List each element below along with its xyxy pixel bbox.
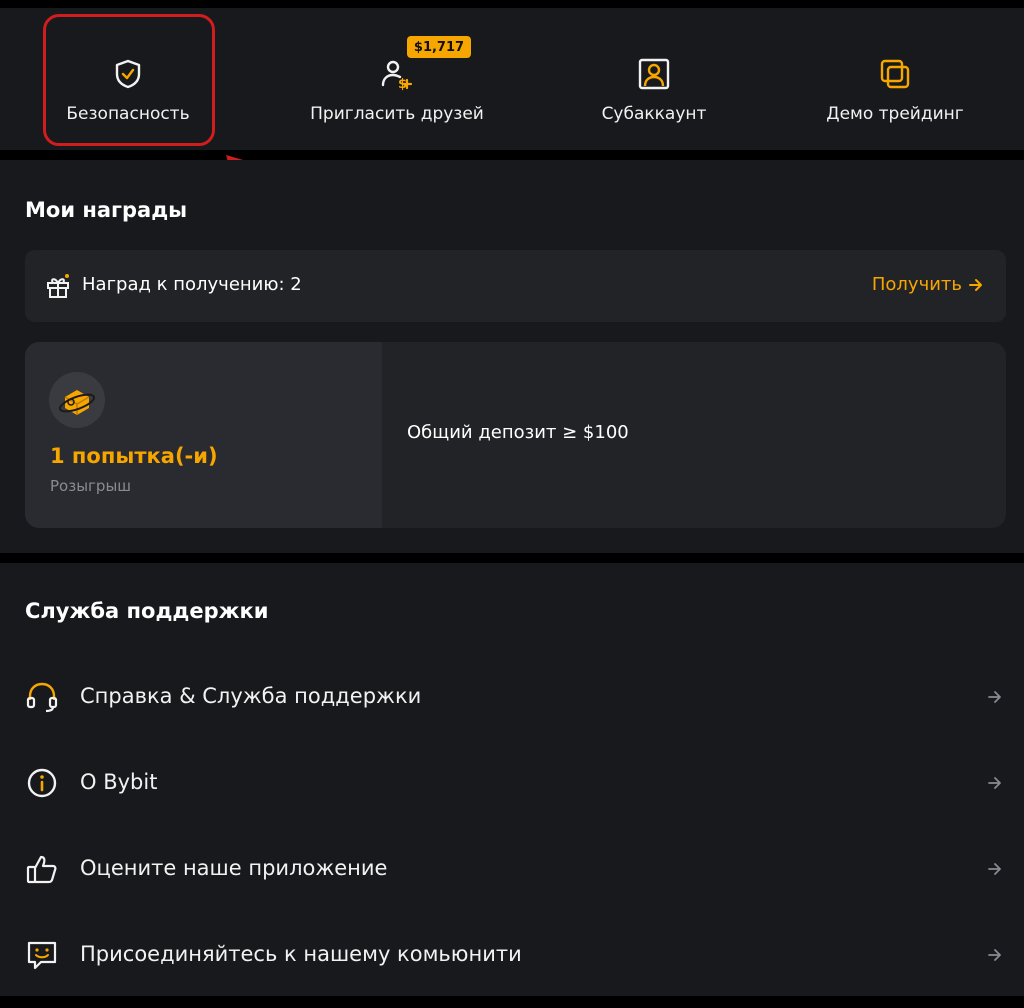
- lottery-condition: Общий депозит ≥ $100: [407, 422, 629, 443]
- invite-friends-icon: $: [381, 60, 413, 92]
- lottery-attempts-count: 1 попытка(-и): [50, 444, 218, 468]
- quick-action-label: Пригласить друзей: [310, 104, 484, 124]
- support-panel: Служба поддержки Справка & Служба поддер…: [0, 563, 1024, 996]
- thumbs-up-icon: [26, 855, 57, 884]
- claimable-rewards-text: Наград к получению: 2: [82, 274, 302, 295]
- lottery-summary: 1 попытка(-и) Розыгрыш: [25, 342, 382, 528]
- demo-trading-icon: [880, 59, 910, 89]
- support-item-label: Оцените наше приложение: [80, 856, 388, 880]
- support-item-label: Справка & Служба поддержки: [80, 684, 422, 708]
- lottery-label: Розыгрыш: [50, 477, 132, 495]
- headset-icon: [26, 682, 58, 713]
- support-item-label: О Bybit: [80, 770, 158, 794]
- claim-button[interactable]: Получить: [872, 274, 984, 295]
- chat-smile-icon: [27, 941, 57, 970]
- support-item-label: Присоединяйтесь к нашему комьюнити: [80, 942, 522, 966]
- arrow-right-icon: [988, 949, 1001, 961]
- support-item-community[interactable]: Присоединяйтесь к нашему комьюнити: [0, 925, 1024, 985]
- invite-reward-badge: $1,717: [407, 36, 471, 58]
- support-item-rate-app[interactable]: Оцените наше приложение: [0, 839, 1024, 899]
- support-item-about[interactable]: О Bybit: [0, 753, 1024, 813]
- info-icon: [27, 768, 57, 798]
- arrow-right-icon: [988, 691, 1001, 703]
- arrow-right-icon: [988, 777, 1001, 789]
- rewards-title: Мои награды: [25, 198, 188, 222]
- support-title: Служба поддержки: [25, 599, 269, 623]
- highlight-box: [43, 14, 215, 146]
- support-item-help-center[interactable]: Справка & Служба поддержки: [0, 667, 1024, 727]
- claim-button-label: Получить: [871, 274, 962, 295]
- arrow-right-icon: [988, 863, 1001, 875]
- claim-rewards-row[interactable]: Наград к получению: 2 Получить: [25, 250, 1006, 322]
- quick-action-label: Субаккаунт: [601, 104, 707, 124]
- gift-icon: [47, 274, 69, 298]
- lottery-card[interactable]: 1 попытка(-и) Розыгрыш Общий депозит ≥ $…: [25, 342, 1006, 528]
- subaccount-icon: [638, 58, 670, 90]
- quick-action-label: Демо трейдинг: [826, 104, 964, 124]
- arrow-right-icon: [969, 278, 982, 291]
- lottery-box-icon: [49, 372, 105, 428]
